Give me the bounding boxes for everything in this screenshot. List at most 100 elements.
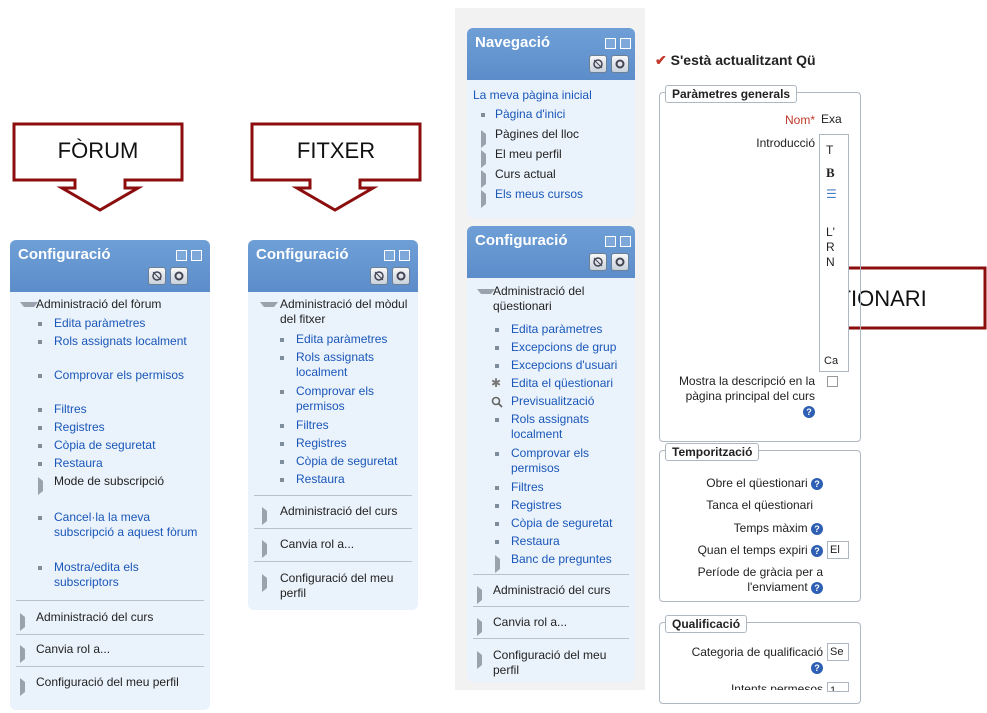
quiz-screenshot-panel: Navegació La meva pàgina inicial Pàgina …: [455, 8, 861, 704]
menu-item-label: Còpia de seguretat: [296, 454, 398, 468]
navigation-block: Navegació La meva pàgina inicial Pàgina …: [467, 28, 635, 218]
legend-grade: Qualificació: [665, 615, 748, 633]
collapsed-arrow-icon: [262, 574, 277, 592]
name-input-value: Exa: [821, 112, 842, 126]
gear-icon[interactable]: [170, 267, 188, 285]
bullet-icon: [280, 338, 284, 342]
block-title: Configuració: [256, 246, 349, 263]
attempts-value: 1: [830, 685, 837, 692]
collapse-icon[interactable]: [176, 250, 187, 261]
help-icon[interactable]: ?: [811, 477, 823, 490]
node-label: Banc de preguntes: [511, 552, 612, 566]
node-label: Canvia rol a...: [36, 642, 111, 656]
grade-category-select[interactable]: Se: [827, 643, 849, 661]
gear-icon[interactable]: [392, 267, 410, 285]
bullet-icon: [38, 566, 42, 570]
node-label: Administració del mòdul del fitxer: [280, 297, 408, 326]
collapsed-arrow-icon: [481, 170, 496, 188]
bullet-icon: [280, 424, 284, 428]
node-label: Configuració del meu perfil: [36, 675, 179, 689]
name-input[interactable]: Exa: [821, 112, 847, 126]
move-icon[interactable]: [589, 55, 607, 73]
dock-icon[interactable]: [399, 250, 410, 261]
show-description-checkbox[interactable]: [827, 376, 838, 387]
collapsed-arrow-icon: [262, 540, 277, 558]
gear-icon[interactable]: [611, 253, 629, 271]
bullet-icon: [495, 522, 499, 526]
attempts-label: Intents permesos: [730, 682, 823, 690]
time-limit-text: Temps màxim: [733, 521, 808, 535]
move-icon[interactable]: [148, 267, 166, 285]
when-expires-label: Quan el temps expiri ?: [655, 543, 823, 558]
legend-general: Paràmetres generals: [665, 85, 798, 103]
intro-editor[interactable]: T B ☰ L' R N Ca: [819, 134, 849, 372]
menu-item-label: Mostra/edita els subscriptors: [54, 560, 139, 589]
help-icon[interactable]: ?: [811, 544, 823, 557]
page-heading: ✔ S'està actualitzant Qü: [655, 52, 816, 69]
collapse-icon[interactable]: [605, 236, 616, 247]
gear-icon[interactable]: [611, 55, 629, 73]
menu-item-label: Registres: [511, 498, 562, 512]
checkmark-icon: ✔: [655, 52, 667, 68]
collapsed-arrow-icon: [20, 678, 35, 696]
bullet-icon: [481, 113, 485, 117]
name-label-text: Nom: [784, 113, 811, 127]
block-title: Configuració: [18, 246, 111, 263]
menu-item-label: Còpia de seguretat: [511, 516, 613, 530]
dock-icon[interactable]: [620, 38, 631, 49]
help-icon[interactable]: ?: [811, 522, 823, 535]
bullet-icon: [280, 356, 284, 360]
help-icon[interactable]: ?: [811, 581, 823, 594]
editor-font-select[interactable]: T: [826, 143, 833, 157]
legend-timing: Temporització: [665, 443, 760, 461]
bullet-icon: [495, 504, 499, 508]
collapsed-arrow-icon: [481, 190, 496, 208]
divider: [16, 600, 204, 601]
page-heading-text: S'està actualitzant Qü: [670, 52, 816, 68]
collapse-icon[interactable]: [384, 250, 395, 261]
divider: [16, 634, 204, 635]
divider: [254, 561, 412, 562]
block-title: Configuració: [475, 232, 568, 249]
intro-label: Introducció: [756, 136, 815, 150]
grade-category-label: Categoria de qualificació?: [655, 645, 823, 675]
block-header: Configuració: [10, 240, 210, 292]
when-expires-select[interactable]: El: [827, 541, 849, 559]
menu-item-label: Comprovar els permisos: [54, 368, 185, 382]
collapsed-arrow-icon: [477, 618, 492, 636]
nav-link-label: La meva pàgina inicial: [473, 88, 592, 102]
collapsed-arrow-icon: [477, 651, 492, 669]
node-label: Configuració del meu perfil: [280, 571, 394, 600]
menu-item-label: Rols assignats localment: [54, 334, 187, 348]
editor-body-line-2: R: [826, 240, 835, 254]
menu-item-label: Rols assignats localment: [296, 350, 375, 379]
bullet-icon: [495, 418, 499, 422]
quiz-edit-form: ✔ S'està actualitzant Qü Paràmetres gene…: [645, 8, 861, 704]
menu-item-label: Edita paràmetres: [511, 322, 603, 336]
menu-item-label: Registres: [296, 436, 347, 450]
help-icon[interactable]: ?: [803, 405, 815, 418]
name-label: Nom*: [665, 113, 815, 128]
dock-icon[interactable]: [620, 236, 631, 247]
node-label: Curs actual: [495, 167, 556, 181]
menu-item-label: Cancel·la la meva subscripció a aquest f…: [54, 510, 198, 539]
editor-bold-button[interactable]: B: [826, 165, 835, 181]
node-label: Administració del fòrum: [36, 297, 162, 311]
move-icon[interactable]: [589, 253, 607, 271]
node-label: Administració del curs: [493, 583, 611, 597]
node-label: Canvia rol a...: [280, 537, 355, 551]
grace-period-text: Període de gràcia per a l'enviament: [697, 565, 823, 594]
move-icon[interactable]: [370, 267, 388, 285]
help-icon[interactable]: ?: [811, 661, 823, 674]
callout-questionari: [0, 0, 987, 330]
attempts-select[interactable]: 1: [827, 682, 849, 692]
bullet-icon: [38, 340, 42, 344]
editor-list-icon[interactable]: ☰: [826, 187, 837, 201]
bullet-icon: [495, 486, 499, 490]
menu-item-label: Edita paràmetres: [54, 316, 146, 330]
dock-icon[interactable]: [191, 250, 202, 261]
menu-item-label: Edita el qüestionari: [511, 376, 614, 390]
collapse-icon[interactable]: [605, 38, 616, 49]
bullet-icon: [280, 478, 284, 482]
bullet-icon: [38, 462, 42, 466]
